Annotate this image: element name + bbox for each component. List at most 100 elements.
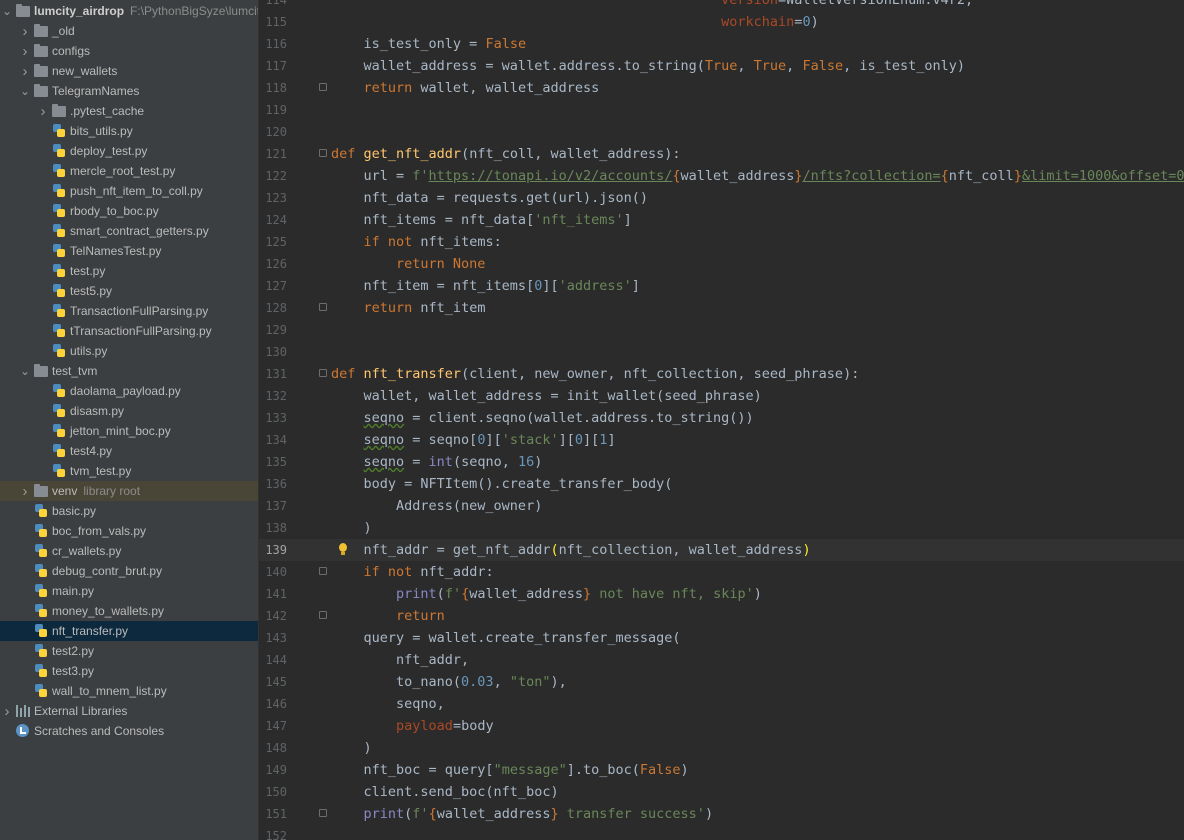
tree-item-jetton-mint-boc-py[interactable]: jetton_mint_boc.py: [0, 421, 258, 441]
tree-item-deploy-test-py[interactable]: deploy_test.py: [0, 141, 258, 161]
tree-item-bits-utils-py[interactable]: bits_utils.py: [0, 121, 258, 141]
code-line[interactable]: 118 return wallet, wallet_address: [259, 77, 1184, 99]
tree-item-test3-py[interactable]: test3.py: [0, 661, 258, 681]
tree-item--pytest-cache[interactable]: › .pytest_cache: [0, 101, 258, 121]
code-line[interactable]: 129: [259, 319, 1184, 341]
tree-item-test5-py[interactable]: test5.py: [0, 281, 258, 301]
code-line[interactable]: 135 seqno = int(seqno, 16): [259, 451, 1184, 473]
tree-item-test-py[interactable]: test.py: [0, 261, 258, 281]
chevron-down-icon[interactable]: ⌄: [18, 361, 32, 381]
tree-item-tvm-test-py[interactable]: tvm_test.py: [0, 461, 258, 481]
tree-item--old[interactable]: › _old: [0, 21, 258, 41]
tree-item-label: test5.py: [70, 284, 113, 298]
tree-item-cr-wallets-py[interactable]: cr_wallets.py: [0, 541, 258, 561]
fold-marker-icon[interactable]: [319, 809, 327, 817]
code-line[interactable]: 141 print(f'{wallet_address} not have nf…: [259, 583, 1184, 605]
tree-item-money-to-wallets-py[interactable]: money_to_wallets.py: [0, 601, 258, 621]
code-line[interactable]: 151 print(f'{wallet_address} transfer su…: [259, 803, 1184, 825]
code-text: if not nft_addr:: [363, 564, 494, 580]
tree-item-telnamestest-py[interactable]: TelNamesTest.py: [0, 241, 258, 261]
fold-marker-icon[interactable]: [319, 83, 327, 91]
code-line[interactable]: 139 nft_addr = get_nft_addr(nft_collecti…: [259, 539, 1184, 561]
tree-item-mercle-root-test-py[interactable]: mercle_root_test.py: [0, 161, 258, 181]
tree-item-utils-py[interactable]: utils.py: [0, 341, 258, 361]
code-line[interactable]: 132 wallet, wallet_address = init_wallet…: [259, 385, 1184, 407]
code-line[interactable]: 125 if not nft_items:: [259, 231, 1184, 253]
code-line[interactable]: 127 nft_item = nft_items[0]['address']: [259, 275, 1184, 297]
tree-item-basic-py[interactable]: basic.py: [0, 501, 258, 521]
code-line[interactable]: 134 seqno = seqno[0]['stack'][0][1]: [259, 429, 1184, 451]
tree-item-scratches-and-consoles[interactable]: Scratches and Consoles: [0, 721, 258, 741]
code-line[interactable]: 128 return nft_item: [259, 297, 1184, 319]
tree-item-lumcity-airdrop[interactable]: ⌄ lumcity_airdrop F:\PythonBigSyze\lumcity: [0, 1, 258, 21]
fold-marker-icon[interactable]: [319, 611, 327, 619]
tree-item-test2-py[interactable]: test2.py: [0, 641, 258, 661]
code-line[interactable]: 145 to_nano(0.03, "ton"),: [259, 671, 1184, 693]
tree-item-boc-from-vals-py[interactable]: boc_from_vals.py: [0, 521, 258, 541]
code-line[interactable]: 119: [259, 99, 1184, 121]
code-line[interactable]: 147 payload=body: [259, 715, 1184, 737]
code-line[interactable]: 130: [259, 341, 1184, 363]
tree-item-debug-contr-brut-py[interactable]: debug_contr_brut.py: [0, 561, 258, 581]
code-line[interactable]: 115 workchain=0): [259, 11, 1184, 33]
tree-item-main-py[interactable]: main.py: [0, 581, 258, 601]
tree-item-push-nft-item-to-coll-py[interactable]: push_nft_item_to_coll.py: [0, 181, 258, 201]
python-file-icon: [34, 564, 48, 578]
tree-item-test4-py[interactable]: test4.py: [0, 441, 258, 461]
folder-icon: [34, 24, 48, 38]
tree-item-nft-transfer-py[interactable]: nft_transfer.py: [0, 621, 258, 641]
fold-marker-icon[interactable]: [319, 369, 327, 377]
chevron-right-icon[interactable]: ›: [18, 61, 32, 81]
code-line[interactable]: 148 ): [259, 737, 1184, 759]
tree-item-new-wallets[interactable]: › new_wallets: [0, 61, 258, 81]
code-line[interactable]: 131 def nft_transfer(client, new_owner, n…: [259, 363, 1184, 385]
tree-item-transactionfullparsing-py[interactable]: TransactionFullParsing.py: [0, 301, 258, 321]
code-line[interactable]: 136 body = NFTItem().create_transfer_bod…: [259, 473, 1184, 495]
code-line[interactable]: 121 def get_nft_addr(nft_coll, wallet_add…: [259, 143, 1184, 165]
code-line[interactable]: 144 nft_addr,: [259, 649, 1184, 671]
code-editor[interactable]: 114 version=WalletVersionEnum.v4r2, 115 w…: [259, 0, 1184, 840]
chevron-down-icon[interactable]: ⌄: [0, 1, 14, 21]
chevron-right-icon[interactable]: ›: [18, 21, 32, 41]
chevron-down-icon[interactable]: ⌄: [18, 81, 32, 101]
tree-item-wall-to-mnem-list-py[interactable]: wall_to_mnem_list.py: [0, 681, 258, 701]
tree-item-ttransactionfullparsing-py[interactable]: tTransactionFullParsing.py: [0, 321, 258, 341]
fold-marker-icon[interactable]: [319, 149, 327, 157]
code-line[interactable]: 138 ): [259, 517, 1184, 539]
tree-item-disasm-py[interactable]: disasm.py: [0, 401, 258, 421]
code-line[interactable]: 140 if not nft_addr:: [259, 561, 1184, 583]
tree-item-test-tvm[interactable]: ⌄ test_tvm: [0, 361, 258, 381]
fold-marker-icon[interactable]: [319, 303, 327, 311]
chevron-right-icon[interactable]: ›: [36, 101, 50, 121]
chevron-right-icon[interactable]: ›: [18, 41, 32, 61]
code-line[interactable]: 124 nft_items = nft_data['nft_items']: [259, 209, 1184, 231]
code-line[interactable]: 123 nft_data = requests.get(url).json(): [259, 187, 1184, 209]
code-line[interactable]: 143 query = wallet.create_transfer_messa…: [259, 627, 1184, 649]
code-line[interactable]: 117 wallet_address = wallet.address.to_s…: [259, 55, 1184, 77]
code-line[interactable]: 126 return None: [259, 253, 1184, 275]
tree-item-configs[interactable]: › configs: [0, 41, 258, 61]
chevron-right-icon[interactable]: ›: [18, 481, 32, 501]
code-line[interactable]: 150 client.send_boc(nft_boc): [259, 781, 1184, 803]
python-file-icon: [52, 204, 66, 218]
code-line[interactable]: 137 Address(new_owner): [259, 495, 1184, 517]
code-line[interactable]: 149 nft_boc = query["message"].to_boc(Fa…: [259, 759, 1184, 781]
code-text: seqno = int(seqno, 16): [363, 454, 543, 470]
fold-marker-icon[interactable]: [319, 567, 327, 575]
code-line[interactable]: 120: [259, 121, 1184, 143]
tree-item-smart-contract-getters-py[interactable]: smart_contract_getters.py: [0, 221, 258, 241]
code-line[interactable]: 116 is_test_only = False: [259, 33, 1184, 55]
code-line[interactable]: 133 seqno = client.seqno(wallet.address.…: [259, 407, 1184, 429]
code-line[interactable]: 122 url = f'https://tonapi.io/v2/account…: [259, 165, 1184, 187]
tree-item-telegramnames[interactable]: ⌄ TelegramNames: [0, 81, 258, 101]
code-line[interactable]: 146 seqno,: [259, 693, 1184, 715]
code-line[interactable]: 142 return: [259, 605, 1184, 627]
tree-item-external-libraries[interactable]: › External Libraries: [0, 701, 258, 721]
project-tree[interactable]: ⌄ lumcity_airdrop F:\PythonBigSyze\lumcity…: [0, 0, 259, 840]
tree-item-rbody-to-boc-py[interactable]: rbody_to_boc.py: [0, 201, 258, 221]
chevron-right-icon[interactable]: ›: [0, 701, 14, 721]
code-line[interactable]: 114 version=WalletVersionEnum.v4r2,: [259, 0, 1184, 11]
tree-item-daolama-payload-py[interactable]: daolama_payload.py: [0, 381, 258, 401]
code-line[interactable]: 152: [259, 825, 1184, 840]
tree-item-venv[interactable]: › venv library root: [0, 481, 258, 501]
